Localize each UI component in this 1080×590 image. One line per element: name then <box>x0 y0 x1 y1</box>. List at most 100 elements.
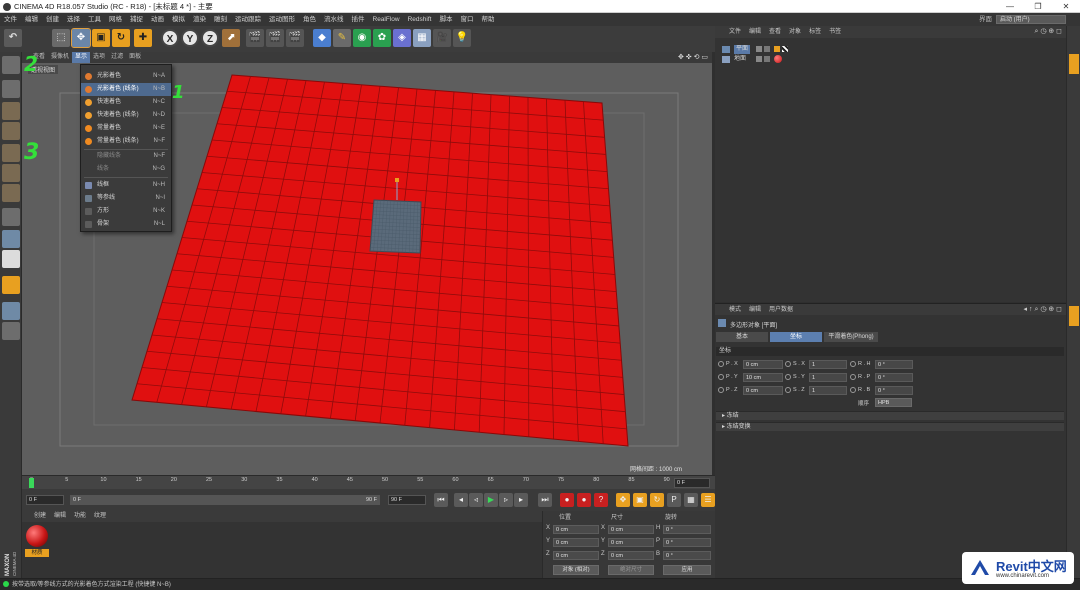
object-tree[interactable] <box>715 38 1066 302</box>
rot-b-field[interactable]: 0 ° <box>875 386 913 395</box>
x-axis-lock-icon[interactable]: X <box>161 29 179 47</box>
key-pla-icon[interactable]: ▦ <box>684 493 698 507</box>
maximize-button[interactable]: ❐ <box>1024 0 1052 13</box>
object-menu-bookmarks[interactable]: 书签 <box>825 26 845 38</box>
section-freeze-transform[interactable]: ▸ 冻结变换 <box>716 422 1064 431</box>
pos-z-field[interactable]: 0 cm <box>743 386 783 395</box>
object-menu-edit[interactable]: 编辑 <box>745 26 765 38</box>
menu-create[interactable]: 创建 <box>42 13 63 26</box>
menu-simulate[interactable]: 模拟 <box>168 13 189 26</box>
model-mode-icon[interactable] <box>2 80 20 98</box>
tab-coordinates[interactable]: 坐标 <box>770 332 822 342</box>
scale-tool-icon[interactable]: ▣ <box>92 29 110 47</box>
object-menu-tags[interactable]: 标签 <box>805 26 825 38</box>
menu-help[interactable]: 帮助 <box>477 13 498 26</box>
menu-realflow[interactable]: RealFlow <box>369 13 404 26</box>
rot-h-field[interactable]: 0 ° <box>875 360 913 369</box>
menu-item-gouraud-shading[interactable]: 光影着色 N~A <box>81 70 171 83</box>
planar-workplane-icon[interactable] <box>2 322 20 340</box>
menu-snap[interactable]: 捕捉 <box>126 13 147 26</box>
menu-plugins[interactable]: 插件 <box>348 13 369 26</box>
points-mode-icon[interactable] <box>2 144 20 162</box>
pos-y-field[interactable]: 10 cm <box>743 373 783 382</box>
rotation-order-select[interactable]: HPB <box>875 398 912 407</box>
object-name-floor[interactable]: 地面 <box>734 55 746 64</box>
close-button[interactable]: ✕ <box>1052 0 1080 13</box>
material-menu-create[interactable]: 创建 <box>30 511 50 522</box>
menu-redshift[interactable]: Redshift <box>404 13 436 26</box>
coordinate-mode-select[interactable]: 对象 (相对) <box>553 565 599 575</box>
object-menu-view[interactable]: 查看 <box>765 26 785 38</box>
position-x-field[interactable]: 0 cm <box>553 525 599 534</box>
z-axis-lock-icon[interactable]: Z <box>201 29 219 47</box>
texture-mode-icon[interactable] <box>2 102 20 120</box>
undo-icon[interactable]: ↶ <box>4 29 22 47</box>
render-settings-icon[interactable]: 🎬 <box>286 29 304 47</box>
keyframe-dot-icon[interactable] <box>718 374 724 380</box>
current-frame-field[interactable]: 0 F <box>674 478 710 488</box>
menu-render[interactable]: 渲染 <box>189 13 210 26</box>
tab-phong[interactable]: 平滑着色(Phong) <box>824 332 878 342</box>
enable-toggle-icon[interactable] <box>764 46 770 52</box>
key-position-icon[interactable]: ✥ <box>616 493 630 507</box>
make-editable-icon[interactable] <box>2 56 20 74</box>
rot-p-field[interactable]: 0 ° <box>875 373 913 382</box>
menu-item-quick-shading[interactable]: 快速着色 N~C <box>81 96 171 109</box>
floor-scene-icon[interactable]: ▦ <box>413 29 431 47</box>
coordinate-system-icon[interactable]: ⬈ <box>222 29 240 47</box>
rotation-h-field[interactable]: 0 ° <box>663 525 711 534</box>
objects-side-tab[interactable] <box>1069 54 1079 74</box>
size-z-field[interactable]: 0 cm <box>608 551 654 560</box>
menu-file[interactable]: 文件 <box>0 13 21 26</box>
visibility-toggle-icon[interactable] <box>756 46 762 52</box>
menu-item-lines[interactable]: 线条 N~G <box>81 163 171 176</box>
go-to-start-icon[interactable]: ⏮ <box>434 493 448 507</box>
enable-toggle-icon[interactable] <box>764 56 770 62</box>
workplane-mode-icon[interactable] <box>2 122 20 140</box>
keyframe-dot-icon[interactable] <box>718 387 724 393</box>
menu-mesh[interactable]: 网格 <box>105 13 126 26</box>
scale-x-field[interactable]: 1 <box>809 360 847 369</box>
menu-sculpt[interactable]: 雕刻 <box>210 13 231 26</box>
menu-item-constant-shading[interactable]: 常量着色 N~E <box>81 122 171 135</box>
edges-mode-icon[interactable] <box>2 164 20 182</box>
material-swatch[interactable] <box>26 525 48 547</box>
next-frame-icon[interactable]: ▹ <box>499 493 513 507</box>
start-frame-field[interactable]: 0 F <box>26 495 64 505</box>
axis-gizmo-handle[interactable] <box>395 178 399 182</box>
pos-x-field[interactable]: 0 cm <box>743 360 783 369</box>
menu-item-skeleton[interactable]: 骨架 N~L <box>81 218 171 231</box>
scale-y-field[interactable]: 1 <box>809 373 847 382</box>
pen-spline-icon[interactable]: ✎ <box>333 29 351 47</box>
key-rotation-icon[interactable]: ↻ <box>650 493 664 507</box>
snap-icon[interactable] <box>2 250 20 268</box>
menu-motion-tracking[interactable]: 运动跟踪 <box>231 13 265 26</box>
viewport-menu-panel[interactable]: 面板 <box>126 52 144 63</box>
rotate-tool-icon[interactable]: ↻ <box>112 29 130 47</box>
material-menu-texture[interactable]: 纹理 <box>90 511 110 522</box>
key-parameter-icon[interactable]: P <box>667 493 681 507</box>
go-to-end-icon[interactable]: ⏭ <box>538 493 552 507</box>
keyframe-dot-icon[interactable] <box>850 361 856 367</box>
size-y-field[interactable]: 0 cm <box>608 538 654 547</box>
polygons-mode-icon[interactable] <box>2 184 20 202</box>
object-row-plane[interactable]: 平面 <box>720 45 800 54</box>
axis-mode-icon[interactable] <box>2 208 20 226</box>
array-generator-icon[interactable]: ✿ <box>373 29 391 47</box>
keyframe-dot-icon[interactable] <box>850 387 856 393</box>
timeline-playhead[interactable] <box>29 478 34 488</box>
scale-z-field[interactable]: 1 <box>809 386 847 395</box>
menu-mograph[interactable]: 运动图形 <box>265 13 299 26</box>
cube-primitive-icon[interactable]: ◆ <box>313 29 331 47</box>
material-manager-area[interactable] <box>22 522 542 578</box>
deformer-icon[interactable]: ◈ <box>393 29 411 47</box>
menu-item-isoparms[interactable]: 等参线 N~I <box>81 192 171 205</box>
subdivision-surface-icon[interactable]: ◉ <box>353 29 371 47</box>
menu-select[interactable]: 选择 <box>63 13 84 26</box>
material-name-label[interactable]: 材质 <box>25 549 49 557</box>
keyframe-dot-icon[interactable] <box>785 374 791 380</box>
menu-item-constant-shading-lines[interactable]: 常量着色 (线条) N~F <box>81 135 171 148</box>
position-y-field[interactable]: 0 cm <box>553 538 599 547</box>
play-icon[interactable]: ▶ <box>484 493 498 507</box>
move-tool-icon[interactable]: ✥ <box>71 28 91 48</box>
